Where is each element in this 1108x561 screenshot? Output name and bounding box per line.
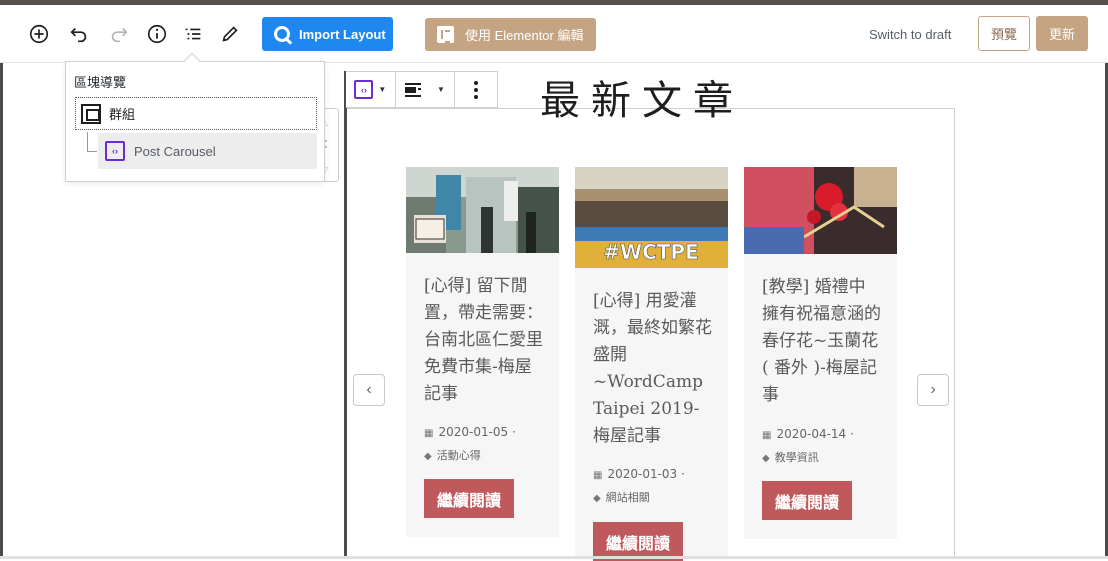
nav-item-group[interactable]: 群組 — [75, 97, 317, 130]
import-layout-label: Import Layout — [299, 26, 386, 42]
preview-button[interactable]: 預覽 — [978, 16, 1030, 51]
caret-down-icon: ▼ — [437, 85, 445, 94]
calendar-icon: ▦ — [424, 428, 434, 439]
block-navigation-popover: 區塊導覽 群組 ‹› Post Carousel — [65, 61, 325, 182]
page-heading[interactable]: 最新文章 — [540, 68, 744, 126]
calendar-icon: ▦ — [762, 430, 772, 441]
import-layout-button[interactable]: Import Layout — [262, 17, 393, 51]
post-carousel-icon: ‹› — [354, 80, 374, 99]
info-icon[interactable] — [145, 22, 169, 46]
plus-circle-icon[interactable] — [27, 22, 51, 46]
chevron-left-icon: ‹ — [366, 381, 372, 398]
carousel-prev-button[interactable]: ‹ — [353, 374, 385, 406]
post-meta: ▦ 2020-01-03 · ◆ 網站相關 — [593, 463, 685, 510]
caret-down-icon: ▼ — [378, 85, 387, 94]
switch-to-draft-button[interactable]: Switch to draft — [869, 27, 951, 42]
undo-icon[interactable] — [67, 22, 91, 46]
block-type-switcher[interactable]: ‹› ▼ — [346, 72, 396, 107]
chevron-right-icon: › — [930, 381, 936, 398]
update-button[interactable]: 更新 — [1036, 16, 1088, 51]
selected-block-indicator — [344, 71, 347, 558]
vertical-ellipsis-icon — [474, 80, 479, 99]
tag-icon: ◆ — [424, 451, 432, 462]
more-options-button[interactable] — [455, 72, 497, 107]
elementor-label: 使用 Elementor 編輯 — [465, 28, 584, 43]
align-dropdown[interactable]: ▼ — [396, 72, 456, 107]
post-meta: ▦ 2020-01-05 · ◆ 活動心得 — [424, 421, 516, 468]
read-more-button[interactable]: 繼續閱讀 — [424, 479, 514, 518]
post-date: 2020-04-14 · — [776, 427, 854, 441]
list-view-icon[interactable] — [181, 22, 205, 46]
tree-connector — [87, 132, 97, 152]
post-meta: ▦ 2020-04-14 · ◆ 教學資訊 — [762, 423, 854, 470]
editor-toolbar: Import Layout 使用 Elementor 編輯 Switch to … — [0, 5, 1108, 63]
post-category[interactable]: 活動心得 — [437, 449, 481, 462]
nav-item-post-carousel-label: Post Carousel — [134, 143, 216, 159]
read-more-button[interactable]: 繼續閱讀 — [762, 481, 852, 520]
redo-icon[interactable] — [107, 22, 131, 46]
nav-item-group-label: 群組 — [109, 107, 136, 122]
carousel-next-button[interactable]: › — [917, 374, 949, 406]
post-date: 2020-01-03 · — [607, 467, 685, 481]
window-left-edge — [0, 63, 3, 559]
group-block-icon — [81, 103, 101, 124]
nav-item-post-carousel[interactable]: ‹› Post Carousel — [98, 133, 317, 169]
post-card: #WCTPE [心得] 用愛灌溉，最終如繁花盛開 ~WordCamp Taipe… — [575, 167, 728, 561]
edit-with-elementor-button[interactable]: 使用 Elementor 編輯 — [425, 18, 596, 51]
post-title[interactable]: [心得] 留下閒置，帶走需要：台南北區仁愛里免費市集-梅屋記事 — [424, 273, 544, 408]
popover-title: 區塊導覽 — [74, 75, 127, 90]
post-carousel-icon: ‹› — [105, 141, 125, 161]
post-card: [教學] 婚禮中擁有祝福意涵的春仔花~玉蘭花( 番外 )-梅屋記事 ▦ 2020-… — [744, 167, 897, 539]
post-title[interactable]: [心得] 用愛灌溉，最終如繁花盛開 ~WordCamp Taipei 2019-… — [593, 288, 713, 450]
align-icon — [405, 82, 422, 97]
image-sign-text: #WCTPE — [603, 240, 698, 264]
post-title[interactable]: [教學] 婚禮中擁有祝福意涵的春仔花~玉蘭花( 番外 )-梅屋記事 — [762, 274, 882, 409]
post-thumbnail[interactable] — [744, 167, 897, 254]
import-logo-icon — [274, 26, 290, 42]
pencil-icon[interactable] — [218, 22, 242, 46]
post-thumbnail[interactable]: #WCTPE — [575, 167, 728, 268]
post-date: 2020-01-05 · — [438, 425, 516, 439]
post-card: [心得] 留下閒置，帶走需要：台南北區仁愛里免費市集-梅屋記事 ▦ 2020-01… — [406, 167, 559, 537]
post-category[interactable]: 教學資訊 — [775, 451, 819, 464]
tag-icon: ◆ — [762, 453, 770, 464]
post-category[interactable]: 網站相關 — [606, 491, 650, 504]
post-thumbnail[interactable] — [406, 167, 559, 253]
tag-icon: ◆ — [593, 493, 601, 504]
block-toolbar: ‹› ▼ ▼ — [346, 71, 498, 108]
calendar-icon: ▦ — [593, 470, 603, 481]
elementor-icon — [437, 26, 454, 43]
